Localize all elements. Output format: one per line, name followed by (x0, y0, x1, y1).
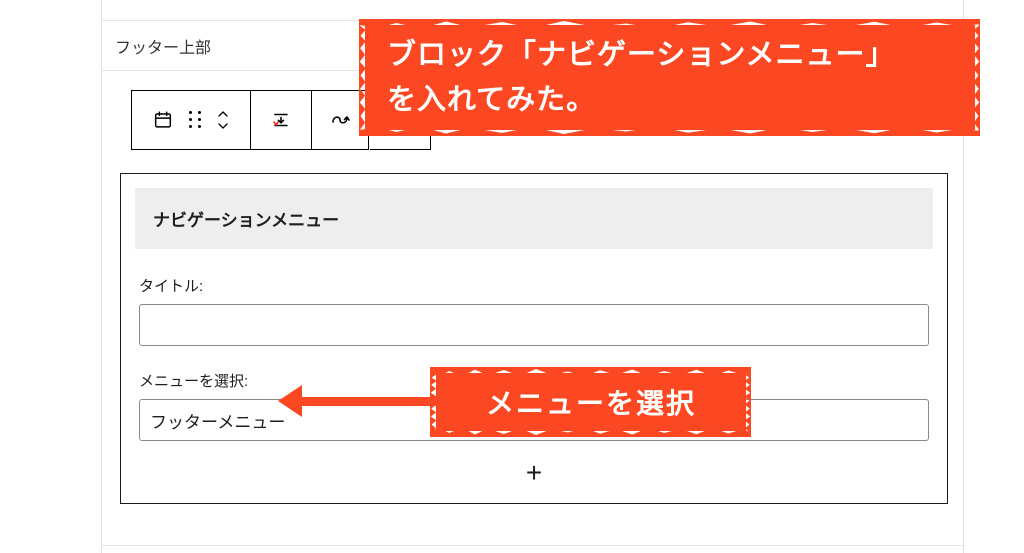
drag-handle-icon[interactable] (188, 110, 202, 130)
options-icon (328, 108, 352, 132)
move-to-widget-area-icon (269, 108, 293, 132)
annotation-top-line1: ブロック「ナビゲーションメニュー」 (387, 33, 953, 78)
annotation-top-line2: を入れてみた。 (387, 78, 953, 123)
menu-select-value: フッターメニュー (150, 408, 285, 433)
legacy-widget-icon[interactable] (152, 109, 174, 131)
block-mover[interactable] (216, 109, 230, 131)
add-block-button[interactable]: + (120, 442, 948, 504)
toolbar-move-to-area[interactable] (251, 91, 312, 149)
annotation-mid: メニューを選択 (436, 373, 746, 431)
move-up-icon[interactable] (216, 110, 230, 119)
annotation-arrow (298, 397, 438, 406)
layout-divider (102, 545, 963, 546)
layout-border (101, 0, 102, 553)
page-root: フッター上部 (0, 0, 1024, 553)
widget-header: ナビゲーションメニュー (135, 188, 933, 249)
block-toolbar (131, 90, 369, 150)
move-down-icon[interactable] (216, 121, 230, 130)
widget-area-title: フッター上部 (115, 34, 211, 58)
annotation-top: ブロック「ナビゲーションメニュー」 を入れてみた。 (365, 25, 975, 130)
plus-icon: + (526, 457, 542, 489)
field-title: タイトル: (135, 275, 933, 346)
annotation-mid-text: メニューを選択 (486, 382, 696, 422)
title-label: タイトル: (139, 275, 929, 296)
toolbar-group-main (132, 91, 251, 149)
title-input[interactable] (139, 304, 929, 346)
